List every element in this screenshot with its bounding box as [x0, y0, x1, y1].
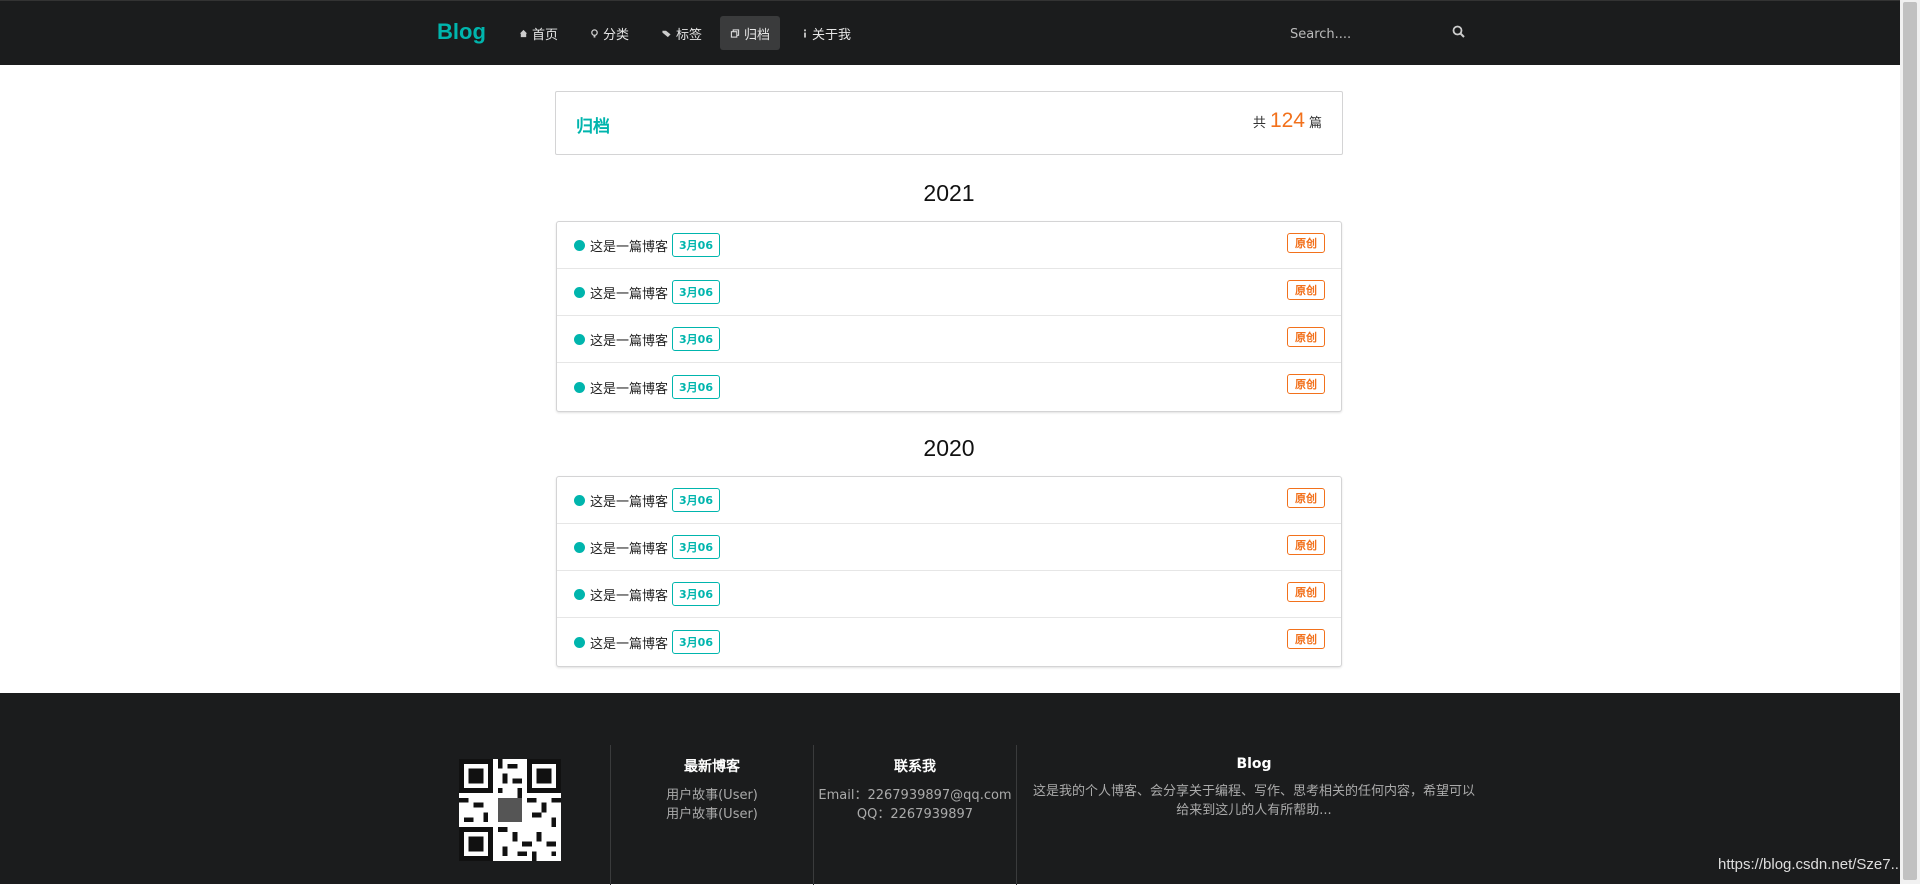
- nav-label-tags: 标签: [676, 27, 703, 43]
- year-heading-2021: 2021: [923, 180, 975, 206]
- latest-post-link[interactable]: 用户故事(User): [612, 786, 812, 805]
- date-tag: 3月06: [672, 327, 720, 351]
- clone-icon: [730, 28, 740, 38]
- bullet-icon: [574, 286, 585, 298]
- original-tag: 原创: [1287, 374, 1325, 394]
- info-icon: [804, 28, 806, 38]
- contact-email: Email：2267939897@qq.com: [818, 788, 1012, 803]
- nav-item-tags[interactable]: 标签: [651, 16, 712, 50]
- original-tag: 原创: [1287, 582, 1325, 602]
- watermark-text: https://blog.csdn.net/Sze7..: [1718, 856, 1899, 873]
- post-list-2021: 这是一篇博客 3月06 原创 这是一篇博客 3月06 原创 这是一篇博客 3月0…: [556, 221, 1342, 412]
- archive-header: 归档 共 124 篇: [555, 91, 1343, 155]
- archive-title: 归档: [576, 117, 610, 137]
- year-heading-2020: 2020: [923, 435, 975, 461]
- date-tag: 3月06: [672, 535, 720, 559]
- nav-item-about[interactable]: 关于我: [792, 16, 861, 50]
- post-list-2020: 这是一篇博客 3月06 原创 这是一篇博客 3月06 原创 这是一篇博客 3月0…: [556, 476, 1342, 667]
- search-input[interactable]: [1290, 27, 1440, 42]
- original-tag: 原创: [1287, 280, 1325, 300]
- count-suffix: 篇: [1308, 116, 1322, 131]
- vertical-scrollbar[interactable]: [1900, 0, 1920, 884]
- contact-qq: QQ：2267939897: [856, 807, 974, 822]
- bullet-icon: [574, 333, 585, 345]
- footer-divider: [610, 745, 611, 885]
- bullet-icon: [574, 381, 585, 393]
- date-tag: 3月06: [672, 630, 720, 654]
- footer-contact: 联系我 Email：2267939897@qq.com QQ：226793989…: [815, 756, 1015, 824]
- nav-item-category[interactable]: 分类: [580, 16, 639, 50]
- nav-label-category: 分类: [603, 27, 630, 43]
- archive-count: 共 124 篇: [1253, 109, 1322, 133]
- qr-code-image: [459, 759, 561, 861]
- post-title[interactable]: 这是一篇博客: [590, 236, 668, 255]
- bullet-icon: [574, 541, 585, 553]
- date-tag: 3月06: [672, 488, 720, 512]
- footer: 最新博客 用户故事(User) 用户故事(User) 联系我 Email：226…: [0, 693, 1900, 885]
- contact-title: 联系我: [894, 759, 936, 775]
- footer-about: Blog 这是我的个人博客、会分享关于编程、写作、思考相关的任何内容，希望可以给…: [1032, 756, 1476, 820]
- search-icon[interactable]: [1452, 25, 1465, 38]
- count-number: 124: [1269, 109, 1305, 132]
- bullet-icon: [574, 588, 585, 600]
- original-tag: 原创: [1287, 488, 1325, 508]
- nav-item-archive[interactable]: 归档: [720, 16, 781, 50]
- about-title: Blog: [1236, 756, 1272, 772]
- date-tag: 3月06: [672, 375, 720, 399]
- brand-logo[interactable]: Blog: [437, 19, 486, 45]
- nav-label-archive: 归档: [744, 27, 771, 43]
- post-title[interactable]: 这是一篇博客: [590, 633, 668, 652]
- date-tag: 3月06: [672, 280, 720, 304]
- footer-divider: [813, 745, 814, 885]
- post-title[interactable]: 这是一篇博客: [590, 538, 668, 557]
- date-tag: 3月06: [672, 582, 720, 606]
- nav-label-about: 关于我: [812, 27, 852, 43]
- top-navbar: Blog 首页 分类 标签 归档 关于我: [0, 0, 1900, 65]
- nav-label-home: 首页: [532, 27, 559, 43]
- post-row[interactable]: 这是一篇博客 3月06 原创: [557, 316, 1341, 363]
- bullet-icon: [574, 636, 585, 648]
- original-tag: 原创: [1287, 327, 1325, 347]
- post-title[interactable]: 这是一篇博客: [590, 330, 668, 349]
- original-tag: 原创: [1287, 535, 1325, 555]
- post-row[interactable]: 这是一篇博客 3月06 原创: [557, 571, 1341, 618]
- idea-icon: [591, 28, 598, 38]
- post-title[interactable]: 这是一篇博客: [590, 585, 668, 604]
- post-title[interactable]: 这是一篇博客: [590, 378, 668, 397]
- post-row[interactable]: 这是一篇博客 3月06 原创: [557, 618, 1341, 666]
- latest-posts-title: 最新博客: [684, 759, 740, 775]
- post-row[interactable]: 这是一篇博客 3月06 原创: [557, 524, 1341, 571]
- post-title[interactable]: 这是一篇博客: [590, 283, 668, 302]
- post-row[interactable]: 这是一篇博客 3月06 原创: [557, 363, 1341, 411]
- post-row[interactable]: 这是一篇博客 3月06 原创: [557, 269, 1341, 316]
- post-row[interactable]: 这是一篇博客 3月06 原创: [557, 222, 1341, 269]
- post-row[interactable]: 这是一篇博客 3月06 原创: [557, 477, 1341, 524]
- post-title[interactable]: 这是一篇博客: [590, 491, 668, 510]
- scrollbar-thumb[interactable]: [1903, 2, 1917, 880]
- count-prefix: 共: [1252, 116, 1266, 131]
- about-text: 这是我的个人博客、会分享关于编程、写作、思考相关的任何内容，希望可以给来到这儿的…: [1032, 784, 1475, 818]
- nav-item-home[interactable]: 首页: [509, 16, 568, 50]
- original-tag: 原创: [1287, 233, 1325, 253]
- bullet-icon: [574, 239, 585, 251]
- tags-icon: [662, 30, 671, 37]
- bullet-icon: [574, 494, 585, 506]
- original-tag: 原创: [1287, 629, 1325, 649]
- latest-post-link[interactable]: 用户故事(User): [612, 805, 812, 824]
- search-box: [1290, 23, 1470, 43]
- footer-latest-posts: 最新博客 用户故事(User) 用户故事(User): [612, 756, 812, 824]
- date-tag: 3月06: [672, 233, 720, 257]
- home-icon: [519, 29, 528, 37]
- footer-divider: [1016, 745, 1017, 885]
